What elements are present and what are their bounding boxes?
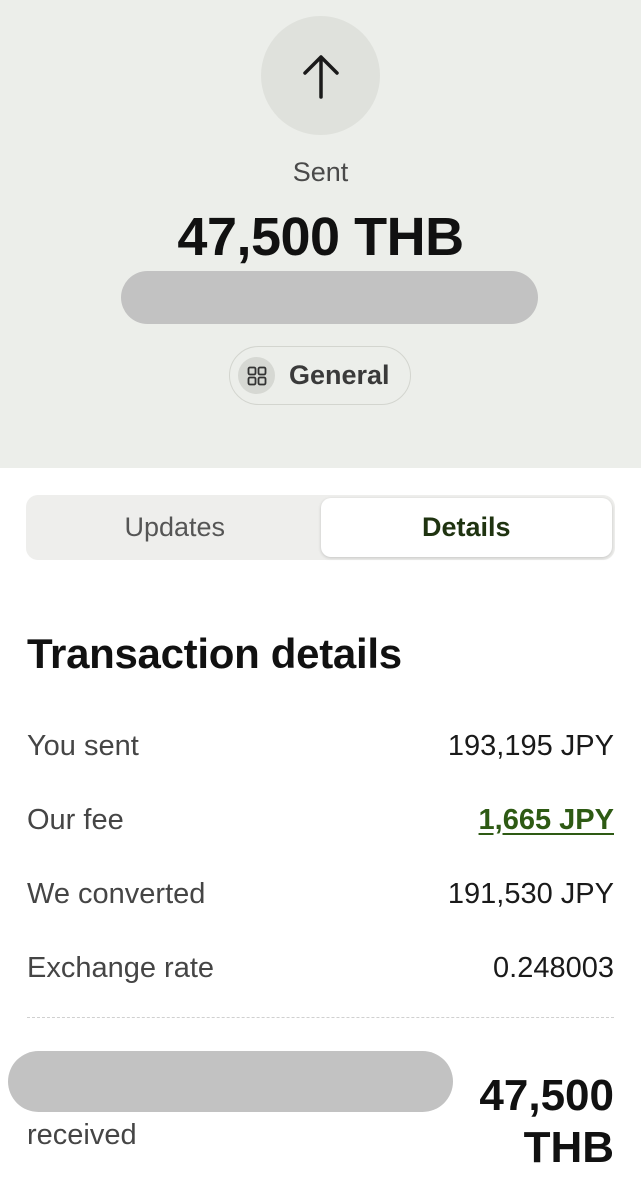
fee-link[interactable]: 1,665 JPY bbox=[479, 804, 614, 837]
row-label: We converted bbox=[27, 877, 206, 910]
received-amount-currency: THB bbox=[523, 1123, 614, 1172]
detail-row-we-converted: We converted 191,530 JPY bbox=[27, 874, 614, 914]
status-label: Sent bbox=[292, 157, 349, 187]
section-title: Transaction details bbox=[27, 630, 402, 677]
redacted-recipient bbox=[121, 271, 538, 324]
category-icon-wrap bbox=[238, 357, 275, 394]
row-value: 191,530 JPY bbox=[447, 877, 614, 910]
transaction-header: Sent 47,500 THB General bbox=[0, 0, 641, 468]
row-label: You sent bbox=[27, 729, 139, 762]
category-chip[interactable]: General bbox=[229, 346, 411, 405]
arrow-up-icon bbox=[302, 54, 339, 99]
transfer-amount: 47,500 THB bbox=[177, 207, 464, 267]
tab-updates[interactable]: Updates bbox=[29, 498, 321, 557]
detail-row-exchange-rate: Exchange rate 0.248003 bbox=[27, 948, 614, 988]
received-amount: 47,500 THB bbox=[434, 1070, 614, 1174]
received-amount-value: 47,500 bbox=[479, 1071, 614, 1120]
redacted-recipient-name bbox=[8, 1051, 453, 1112]
tab-details[interactable]: Details bbox=[320, 498, 612, 557]
detail-row-our-fee: Our fee 1,665 JPY bbox=[27, 800, 614, 840]
category-label: General bbox=[289, 360, 390, 390]
detail-row-you-sent: You sent 193,195 JPY bbox=[27, 726, 614, 766]
row-label: Exchange rate bbox=[27, 951, 215, 984]
row-value: 0.248003 bbox=[493, 951, 614, 984]
row-value: 193,195 JPY bbox=[447, 729, 614, 762]
view-tabs: Updates Details bbox=[26, 495, 615, 560]
grid-icon bbox=[247, 366, 266, 385]
dashed-divider bbox=[27, 1017, 614, 1018]
row-label: Our fee bbox=[27, 803, 124, 836]
sent-status-badge bbox=[261, 16, 380, 135]
received-label: received bbox=[27, 1119, 137, 1151]
